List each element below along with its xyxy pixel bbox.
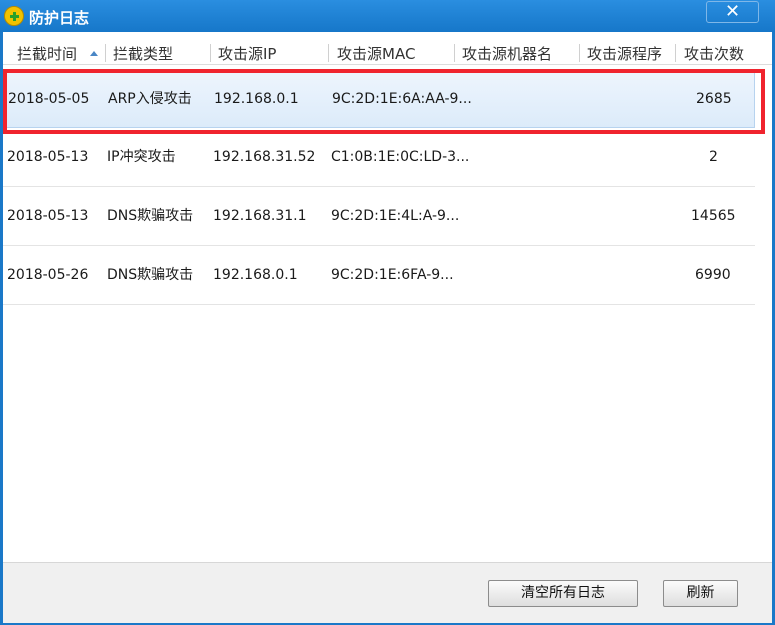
log-content: 拦截时间 拦截类型 攻击源IP 攻击源MAC 攻击源机器名 攻击源程序 攻击次数… [3,32,772,623]
column-header-count[interactable]: 攻击次数 [684,32,744,64]
cell-mac: 9C:2D:1E:6FA-9... [331,267,454,283]
window-title: 防护日志 [29,9,90,27]
clear-all-logs-button[interactable]: 清空所有日志 [488,580,638,607]
cell-mac: 9C:2D:1E:4L:A-9... [331,208,460,224]
title-bar[interactable]: 防护日志 ✕ [0,0,775,32]
table-row[interactable]: 2018-05-13 IP冲突攻击 192.168.31.52 C1:0B:1E… [3,128,755,187]
column-divider[interactable] [328,44,329,62]
cell-time: 2018-05-13 [7,149,89,165]
cell-count: 6990 [695,267,731,283]
column-divider[interactable] [454,44,455,62]
sort-ascending-icon [90,51,98,56]
table-header: 拦截时间 拦截类型 攻击源IP 攻击源MAC 攻击源机器名 攻击源程序 攻击次数 [3,32,772,65]
column-divider[interactable] [210,44,211,62]
column-header-program[interactable]: 攻击源程序 [587,32,662,64]
cell-count: 14565 [691,208,736,224]
table-row[interactable]: 2018-05-26 DNS欺骗攻击 192.168.0.1 9C:2D:1E:… [3,246,755,305]
column-header-time[interactable]: 拦截时间 [17,32,77,64]
cell-mac: C1:0B:1E:0C:LD-3... [331,149,470,165]
close-button[interactable]: ✕ [706,1,759,23]
column-divider[interactable] [675,44,676,62]
cell-type: DNS欺骗攻击 [107,267,194,283]
table-row[interactable]: 2018-05-13 DNS欺骗攻击 192.168.31.1 9C:2D:1E… [3,187,755,246]
cell-type: DNS欺骗攻击 [107,208,194,224]
cell-ip: 192.168.31.1 [213,208,307,224]
column-divider[interactable] [579,44,580,62]
footer-bar: 清空所有日志 刷新 [3,562,772,623]
column-divider[interactable] [105,44,106,62]
cell-ip: 192.168.0.1 [213,267,298,283]
cell-ip: 192.168.31.52 [213,149,316,165]
red-highlight-annotation [3,69,765,134]
cell-type: IP冲突攻击 [107,149,176,165]
column-header-type[interactable]: 拦截类型 [113,32,173,64]
cell-time: 2018-05-13 [7,208,89,224]
column-header-machine[interactable]: 攻击源机器名 [462,32,552,64]
cell-time: 2018-05-26 [7,267,89,283]
log-window: 防护日志 ✕ 拦截时间 拦截类型 攻击源IP 攻击源MAC 攻击源机器名 攻击源… [0,0,775,625]
column-header-ip[interactable]: 攻击源IP [218,32,276,64]
refresh-button[interactable]: 刷新 [663,580,738,607]
app-plus-icon [4,6,24,26]
cell-count: 2 [709,149,718,165]
column-header-mac[interactable]: 攻击源MAC [337,32,415,64]
